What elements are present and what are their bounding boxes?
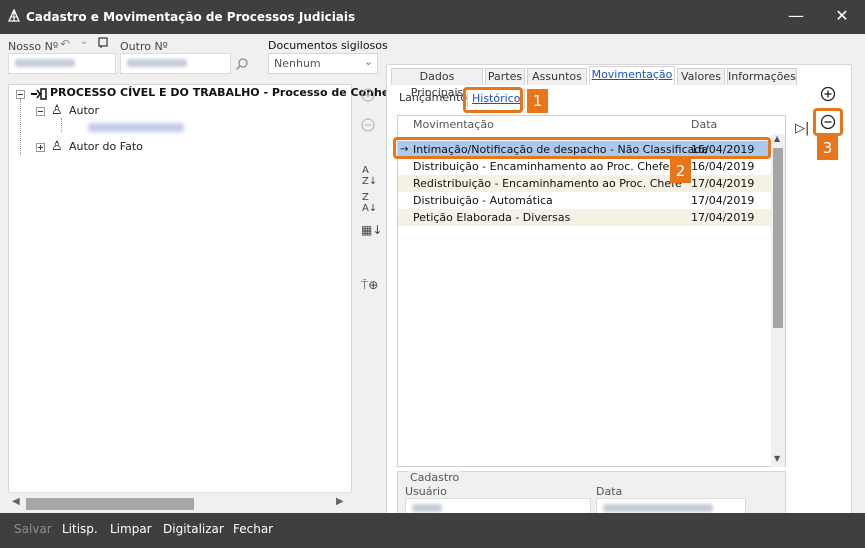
undo-icon[interactable]: ↶: [60, 37, 70, 51]
chevron-down-icon[interactable]: ⌄: [80, 36, 88, 47]
salvar-button[interactable]: Salvar: [14, 522, 52, 536]
tree-line: [61, 118, 62, 132]
data-label: Data: [596, 485, 623, 498]
cell-movimentacao: Distribuição - Automática: [413, 194, 553, 207]
cell-data: 17/04/2019: [691, 177, 755, 190]
remove-circle-icon[interactable]: [820, 114, 836, 130]
tab-partes[interactable]: Partes: [485, 68, 525, 85]
tree-autor-fato-label[interactable]: Autor do Fato: [69, 140, 143, 153]
history-grid: Movimentação Data → Intimação/Notificaçã…: [397, 115, 786, 467]
scales-icon: [7, 9, 21, 22]
remove-circle-icon[interactable]: [361, 118, 375, 132]
scroll-thumb[interactable]: [26, 498, 194, 510]
minimize-button[interactable]: —: [786, 7, 806, 27]
fechar-button[interactable]: Fechar: [233, 522, 273, 536]
tree-horizontal-scrollbar[interactable]: ◀ ▶: [8, 492, 352, 514]
nosso-label: Nosso Nº: [8, 40, 59, 53]
search-icon[interactable]: [235, 57, 249, 71]
status-bar: Salvar Litisp. Limpar Digitalizar Fechar: [0, 513, 865, 548]
tab-informacoes[interactable]: Informações: [727, 68, 797, 85]
right-panel: Dados Principais Partes Assuntos Movimen…: [386, 64, 852, 525]
tree-line: [20, 99, 21, 155]
grid-vertical-scrollbar[interactable]: ▲ ▼: [771, 134, 785, 467]
cell-movimentacao: Redistribuição - Encaminhamento ao Proc.…: [413, 177, 682, 190]
outro-input[interactable]: [120, 53, 231, 74]
process-icon: [31, 88, 47, 100]
last-record-icon[interactable]: ▷|: [795, 121, 809, 136]
cell-data: 16/04/2019: [691, 160, 755, 173]
window-title: Cadastro e Movimentação de Processos Jud…: [26, 10, 356, 24]
column-header-data[interactable]: Data: [691, 116, 717, 134]
add-filter-icon[interactable]: ⍑⊕: [361, 278, 378, 293]
close-button[interactable]: ✕: [832, 7, 852, 27]
expand-toggle[interactable]: [36, 143, 45, 152]
scroll-up-icon[interactable]: ▲: [774, 134, 780, 143]
tab-assuntos[interactable]: Assuntos: [527, 68, 587, 85]
collapse-toggle[interactable]: [36, 107, 45, 116]
process-tree: PROCESSO CÍVEL E DO TRABALHO - Processo …: [8, 84, 439, 514]
limpar-button[interactable]: Limpar: [110, 522, 152, 536]
highlight-row: [393, 137, 771, 159]
sort-az-icon[interactable]: A Z↓: [362, 165, 377, 187]
tab-movimentacao[interactable]: Movimentação: [589, 66, 675, 85]
table-row[interactable]: Distribuição - Automática 17/04/2019: [398, 192, 771, 209]
add-circle-icon[interactable]: [361, 88, 375, 102]
sort-date-icon[interactable]: ▦↓: [361, 223, 382, 237]
highlight-historico: [463, 87, 523, 113]
add-circle-icon[interactable]: [820, 86, 836, 102]
documentos-select[interactable]: Nenhum ⌄: [268, 53, 378, 74]
cadastro-legend: Cadastro: [408, 471, 462, 484]
person-icon: ♙: [51, 139, 63, 154]
usuario-label: Usuário: [405, 485, 447, 498]
documentos-value: Nenhum: [274, 57, 321, 70]
title-bar: Cadastro e Movimentação de Processos Jud…: [0, 0, 865, 34]
table-row[interactable]: Petição Elaborada - Diversas 17/04/2019: [398, 209, 771, 226]
note-icon[interactable]: [98, 37, 109, 49]
tree-root-label[interactable]: PROCESSO CÍVEL E DO TRABALHO - Processo …: [50, 86, 439, 99]
table-row[interactable]: Distribuição - Encaminhamento ao Proc. C…: [398, 158, 771, 175]
subtab-lancamento[interactable]: Lançamento: [395, 89, 471, 109]
table-row[interactable]: Redistribuição - Encaminhamento ao Proc.…: [398, 175, 771, 192]
client-area: Nosso Nº ↶ ⌄ Outro Nº Documentos sigilos…: [0, 34, 865, 525]
step-badge-1: 1: [527, 89, 548, 113]
documentos-sigilosos-label: Documentos sigilosos: [268, 39, 388, 52]
step-badge-3: 3: [817, 136, 838, 160]
cell-data: 17/04/2019: [691, 194, 755, 207]
sort-za-icon[interactable]: Z A↓: [362, 192, 377, 214]
tab-dados-principais[interactable]: Dados Principais: [391, 68, 483, 99]
person-icon: ♙: [51, 103, 63, 118]
cell-movimentacao: Distribuição - Encaminhamento ao Proc. C…: [413, 160, 670, 173]
litisp-button[interactable]: Litisp.: [62, 522, 98, 536]
tab-valores[interactable]: Valores: [677, 68, 725, 85]
nosso-input[interactable]: [8, 53, 116, 74]
tree-autor-label[interactable]: Autor: [69, 104, 99, 117]
outro-label: Outro Nº: [120, 40, 168, 53]
cell-data: 17/04/2019: [691, 211, 755, 224]
scroll-right-icon[interactable]: ▶: [336, 496, 344, 507]
column-header-movimentacao[interactable]: Movimentação: [413, 116, 494, 134]
redacted-name: [88, 123, 184, 132]
chevron-down-icon: ⌄: [363, 55, 373, 68]
digitalizar-button[interactable]: Digitalizar: [163, 522, 224, 536]
step-badge-2: 2: [670, 159, 691, 183]
collapse-toggle[interactable]: [16, 90, 25, 99]
scroll-thumb[interactable]: [773, 148, 783, 328]
scroll-left-icon[interactable]: ◀: [12, 496, 20, 507]
cell-movimentacao: Petição Elaborada - Diversas: [413, 211, 571, 224]
scroll-down-icon[interactable]: ▼: [774, 454, 780, 463]
